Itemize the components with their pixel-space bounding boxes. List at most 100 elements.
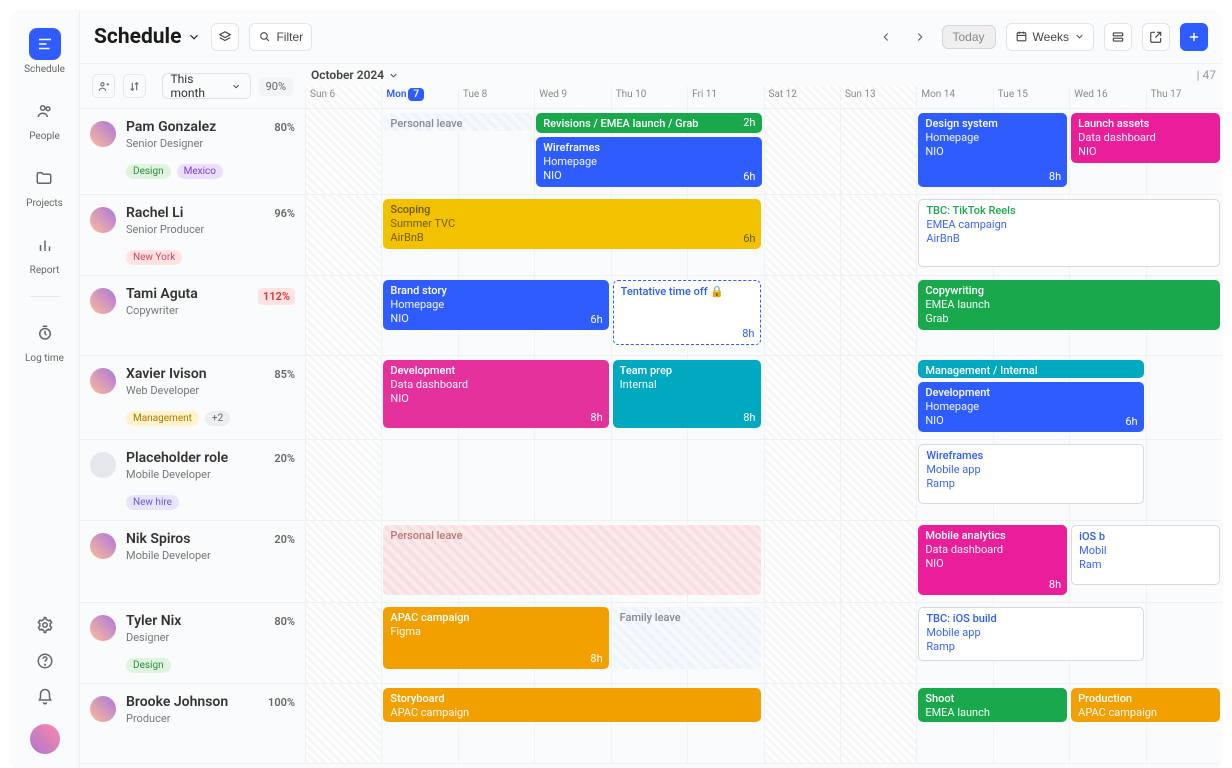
filter-button[interactable]: Filter: [249, 23, 312, 51]
day-cell[interactable]: [1146, 603, 1222, 683]
folder-icon: [28, 162, 60, 194]
day-cell[interactable]: [840, 356, 916, 439]
day-cell[interactable]: [840, 276, 916, 355]
person-timeline[interactable]: APAC campaignFigma8hFamily leave TBC: iOS…: [305, 603, 1222, 683]
person-timeline[interactable]: DevelopmentData dashboardNIO8hTeam prepI…: [305, 356, 1222, 439]
task-block[interactable]: DevelopmentData dashboardNIO8h: [383, 360, 608, 428]
help-icon[interactable]: [36, 652, 54, 670]
prev-button[interactable]: [874, 25, 898, 49]
export-button[interactable]: [1142, 23, 1170, 51]
day-cell[interactable]: [305, 276, 381, 355]
day-cell[interactable]: [764, 603, 840, 683]
day-cell[interactable]: [840, 109, 916, 194]
day-cell[interactable]: [840, 195, 916, 275]
density-button[interactable]: [1104, 23, 1132, 51]
range-select[interactable]: This month: [162, 73, 251, 99]
next-button[interactable]: [908, 25, 932, 49]
person-info[interactable]: Pam GonzalezSenior Designer80%DesignMexi…: [80, 109, 305, 194]
day-cell[interactable]: [458, 440, 534, 520]
task-block[interactable]: Revisions / EMEA launch / Grab2h: [536, 113, 761, 133]
plus-icon: [1187, 30, 1201, 44]
task-block[interactable]: Personal leave: [383, 525, 761, 595]
chevron-down-icon[interactable]: [187, 30, 201, 44]
day-cell[interactable]: [764, 356, 840, 439]
add-person-button[interactable]: [92, 74, 115, 98]
task-block[interactable]: WireframesHomepageNIO6h: [536, 137, 761, 187]
day-cell[interactable]: [611, 440, 687, 520]
day-cell[interactable]: [305, 195, 381, 275]
day-cell[interactable]: [764, 109, 840, 194]
bell-icon[interactable]: [36, 688, 54, 706]
person-timeline[interactable]: StoryboardAPAC campaign ShootEMEA launchP…: [305, 684, 1222, 763]
day-cell[interactable]: [764, 521, 840, 602]
nav-people[interactable]: People: [29, 95, 61, 142]
task-block[interactable]: Personal leave: [383, 113, 532, 131]
day-cell[interactable]: [305, 521, 381, 602]
person-timeline[interactable]: ScopingSummer TVCAirBnB6h TBC: TikTok Ree…: [305, 195, 1222, 275]
day-cell[interactable]: [764, 276, 840, 355]
page-title: Schedule: [94, 25, 201, 49]
task-block[interactable]: DevelopmentHomepageNIO6h: [918, 382, 1143, 432]
task-block[interactable]: iOS bMobilRam: [1071, 525, 1220, 585]
task-block[interactable]: Team prepInternal8h: [613, 360, 762, 428]
person-timeline[interactable]: Personal leaveRevisions / EMEA launch / …: [305, 109, 1222, 194]
person-info[interactable]: Tyler NixDesigner80%Design: [80, 603, 305, 683]
day-cell[interactable]: [381, 440, 457, 520]
avatar: [90, 452, 116, 478]
day-cell[interactable]: [1146, 356, 1222, 439]
day-cell[interactable]: [305, 603, 381, 683]
person-info[interactable]: Placeholder roleMobile Developer20%New h…: [80, 440, 305, 520]
task-block[interactable]: ShootEMEA launch: [918, 688, 1067, 722]
gear-icon[interactable]: [36, 616, 54, 634]
month-label[interactable]: October 2024: [311, 68, 399, 82]
nav-report[interactable]: Report: [29, 229, 61, 276]
task-block[interactable]: Brand storyHomepageNIO6h: [383, 280, 608, 330]
avatar: [90, 288, 116, 314]
day-cell[interactable]: [840, 440, 916, 520]
day-cell[interactable]: [305, 684, 381, 763]
add-button[interactable]: [1180, 23, 1208, 51]
task-block[interactable]: CopywritingEMEA launchGrab: [918, 280, 1220, 330]
task-block[interactable]: StoryboardAPAC campaign: [383, 688, 761, 722]
task-block[interactable]: Family leave: [613, 607, 762, 669]
person-timeline[interactable]: Brand storyHomepageNIO6hTentative time o…: [305, 276, 1222, 355]
person-info[interactable]: Nik SpirosMobile Developer20%: [80, 521, 305, 602]
day-cell[interactable]: [305, 440, 381, 520]
day-cell[interactable]: [840, 521, 916, 602]
day-cell[interactable]: [687, 440, 763, 520]
day-cell[interactable]: [764, 684, 840, 763]
task-block[interactable]: Management / Internal: [918, 360, 1143, 378]
task-block[interactable]: Tentative time off 🔒8h: [613, 280, 762, 345]
person-info[interactable]: Rachel LiSenior Producer96%New York: [80, 195, 305, 275]
day-cell[interactable]: [840, 684, 916, 763]
person-info[interactable]: Xavier IvisonWeb Developer85%Management+…: [80, 356, 305, 439]
person-info[interactable]: Brooke JohnsonProducer100%: [80, 684, 305, 763]
person-timeline[interactable]: WireframesMobile appRamp: [305, 440, 1222, 520]
task-block[interactable]: Launch assetsData dashboardNIO: [1071, 113, 1220, 163]
view-mode-select[interactable]: Weeks: [1006, 23, 1094, 51]
task-block[interactable]: APAC campaignFigma8h: [383, 607, 608, 669]
task-block[interactable]: Mobile analyticsData dashboardNIO8h: [918, 525, 1067, 595]
nav-log-time[interactable]: Log time: [25, 317, 64, 364]
day-cell[interactable]: [840, 603, 916, 683]
sort-button[interactable]: [123, 74, 146, 98]
task-block[interactable]: TBC: TikTok ReelsEMEA campaignAirBnB: [918, 199, 1220, 267]
task-block[interactable]: Design systemHomepageNIO8h: [918, 113, 1067, 187]
day-cell[interactable]: [305, 356, 381, 439]
nav-projects[interactable]: Projects: [26, 162, 63, 209]
avatar[interactable]: [30, 724, 60, 754]
day-cell[interactable]: [1146, 440, 1222, 520]
task-block[interactable]: WireframesMobile appRamp: [918, 444, 1143, 504]
day-cell[interactable]: [534, 440, 610, 520]
task-block[interactable]: ScopingSummer TVCAirBnB6h: [383, 199, 761, 249]
task-block[interactable]: TBC: iOS buildMobile appRamp: [918, 607, 1143, 661]
day-cell[interactable]: [764, 440, 840, 520]
task-block[interactable]: ProductionAPAC campaign: [1071, 688, 1220, 722]
person-timeline[interactable]: Personal leave Mobile analyticsData dashb…: [305, 521, 1222, 602]
person-info[interactable]: Tami AgutaCopywriter112%: [80, 276, 305, 355]
nav-schedule[interactable]: Schedule: [24, 28, 65, 75]
today-button[interactable]: Today: [942, 25, 996, 49]
layers-button[interactable]: [211, 23, 239, 51]
day-cell[interactable]: [764, 195, 840, 275]
day-cell[interactable]: [305, 109, 381, 194]
